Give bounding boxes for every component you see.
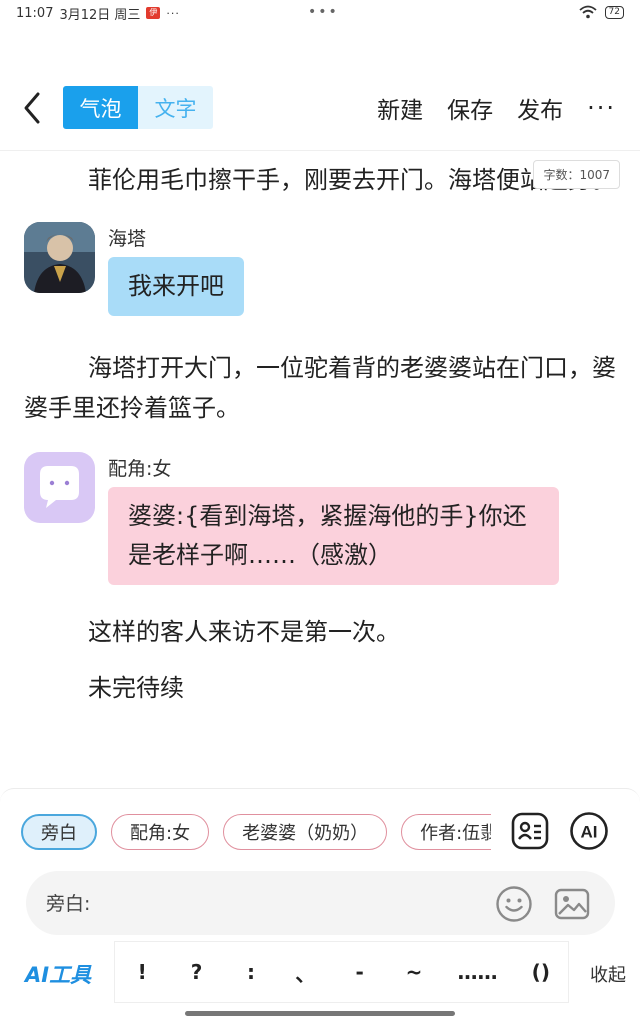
punct-key[interactable]: : <box>240 960 262 984</box>
contact-card-icon <box>511 812 549 850</box>
mode-toggle: 气泡 文字 <box>63 86 213 129</box>
role-chip[interactable]: 配角:女 <box>111 814 210 850</box>
input-role-label: 旁白: <box>46 893 91 915</box>
image-icon <box>554 888 590 920</box>
punct-key[interactable]: ~ <box>403 960 425 984</box>
home-indicator[interactable] <box>185 1011 455 1016</box>
punct-key[interactable]: () <box>530 960 552 984</box>
punct-key[interactable]: 、 <box>294 958 316 987</box>
punct-key[interactable]: - <box>349 960 371 984</box>
character-name: 海塔 <box>108 228 147 250</box>
battery-icon: 72 <box>604 5 624 19</box>
save-button[interactable]: 保存 <box>447 91 493 125</box>
smiley-icon <box>496 886 532 922</box>
publish-button[interactable]: 发布 <box>517 91 563 125</box>
dialogue-input[interactable] <box>110 883 490 923</box>
character-avatar-haita[interactable] <box>24 222 95 293</box>
status-time: 11:07 <box>16 5 54 21</box>
ai-circle-icon: AI <box>570 812 608 850</box>
dialogue-input-box: 旁白: <box>26 871 615 935</box>
mode-bubble-tab[interactable]: 气泡 <box>63 86 138 129</box>
role-chip-narrator[interactable]: 旁白 <box>21 814 97 850</box>
image-button[interactable] <box>553 885 591 923</box>
punct-key[interactable]: …… <box>457 960 497 984</box>
window-handle-dots[interactable]: ••• <box>308 4 339 20</box>
dialogue-row: 海塔 我来开吧 <box>24 222 616 338</box>
emoji-button[interactable] <box>495 885 533 923</box>
character-avatar-female[interactable] <box>24 452 95 523</box>
ai-badge-text: AI <box>581 823 598 842</box>
more-icon[interactable]: ··· <box>587 94 616 122</box>
input-panel: 旁白 配角:女 老婆婆（奶奶） 作者:伍翡 AI 旁白: AI工具 ! ?: … <box>0 788 640 1024</box>
role-chip[interactable]: 作者:伍翡 <box>401 814 491 850</box>
chat-bubble-avatar-icon <box>24 452 95 523</box>
editor-toolbar: 气泡 文字 新建 保存 发布 ··· <box>0 80 640 136</box>
narration-paragraph[interactable]: 未完待续 <box>24 668 616 708</box>
dialogue-bubble[interactable]: 我来开吧 <box>108 257 244 316</box>
collapse-button[interactable]: 收起 <box>590 961 626 987</box>
story-content: 菲伦用毛巾擦干手，刚要去开门。海塔便站起身。 海塔 我来开吧 海塔打开大门，一位… <box>24 160 616 708</box>
punct-key[interactable]: ? <box>186 960 208 984</box>
ai-tools-button[interactable]: AI工具 <box>25 959 91 989</box>
narration-paragraph[interactable]: 海塔打开大门，一位驼着背的老婆婆站在门口，婆婆手里还拎着篮子。 <box>24 348 616 428</box>
character-name: 配角:女 <box>108 458 172 480</box>
narration-paragraph[interactable]: 这样的客人来访不是第一次。 <box>24 612 616 652</box>
portrait-icon <box>24 222 95 293</box>
mode-text-tab[interactable]: 文字 <box>138 86 213 129</box>
chevron-left-icon <box>24 92 40 124</box>
dialogue-row: 配角:女 婆婆:{看到海塔，紧握海他的手}你还是老样子啊……（感激） <box>24 452 616 612</box>
back-button[interactable] <box>16 88 50 128</box>
wifi-icon <box>578 5 597 19</box>
dialogue-bubble[interactable]: 婆婆:{看到海塔，紧握海他的手}你还是老样子啊……（感激） <box>108 487 559 585</box>
toolbar-divider <box>0 150 640 151</box>
punct-key[interactable]: ! <box>131 960 153 984</box>
punctuation-bar: ! ? : 、 - ~ …… () <box>114 941 569 1003</box>
role-chip-list: 旁白 配角:女 老婆婆（奶奶） 作者:伍翡 <box>21 814 491 852</box>
narration-paragraph[interactable]: 菲伦用毛巾擦干手，刚要去开门。海塔便站起身。 <box>24 160 616 200</box>
app-notification-icon: 伊 <box>146 7 161 19</box>
status-bar: 11:07 3月12日 周三 伊 ··· ••• 72 <box>0 0 640 26</box>
quick-input-bar: AI工具 ! ? : 、 - ~ …… () 收起 <box>0 941 640 1003</box>
ai-button[interactable]: AI <box>569 811 609 851</box>
more-notifications-icon: ··· <box>166 6 180 20</box>
character-list-button[interactable] <box>510 811 550 851</box>
word-count-badge: 字数：1007 <box>533 160 620 189</box>
role-chip[interactable]: 老婆婆（奶奶） <box>223 814 388 850</box>
new-button[interactable]: 新建 <box>377 91 423 125</box>
status-date: 3月12日 周三 <box>59 7 141 23</box>
